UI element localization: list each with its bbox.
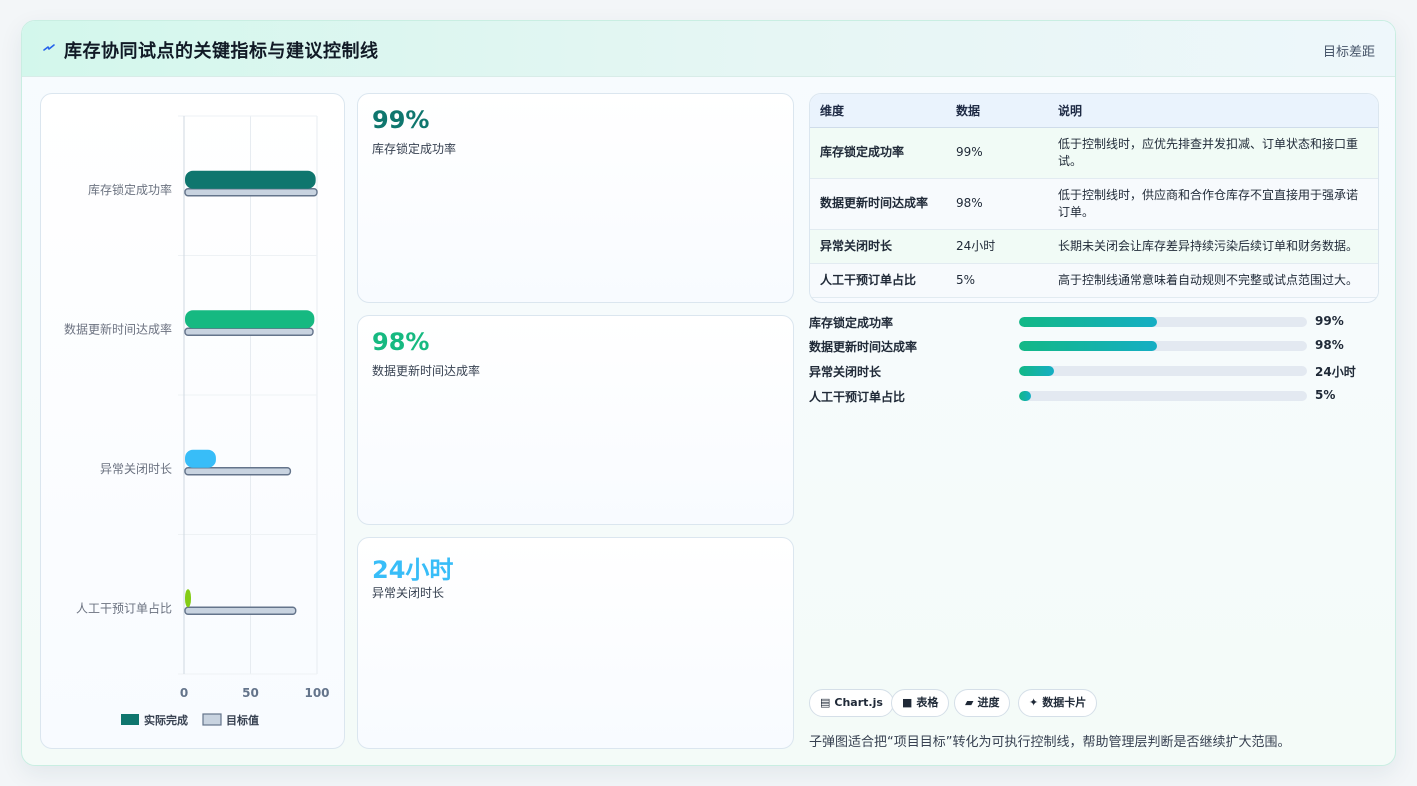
target-bar (184, 467, 292, 476)
table-cell-val: 24小时 (946, 229, 1048, 264)
table-cell-dim: 异常关闭时长 (810, 229, 946, 264)
kpi-label: 异常关闭时长 (372, 586, 445, 600)
chart-icon: ▤ (820, 696, 831, 709)
table-header-row: 维度 数据 说明 (810, 94, 1378, 128)
actual-bar (185, 170, 316, 189)
chip-chartjs[interactable]: ▤ Chart.js (809, 689, 894, 717)
dashboard-panel: 库存协同试点的关键指标与建议控制线 目标差距 库存锁定成功率 数据更新时间达成率异… (21, 20, 1396, 766)
table-cell-val: 5% (946, 263, 1048, 298)
table-row: 库存锁定成功率 99% 低于控制线时，应优先排查并发扣减、订单状态和接口重试。 (810, 127, 1378, 179)
progress-track (1019, 341, 1307, 351)
progress-track (1019, 317, 1307, 327)
y-tick-label: 异常关闭时长 (100, 462, 172, 476)
x-tick-label: 100 (304, 686, 329, 700)
gap-tag[interactable]: 目标差距 (1323, 41, 1375, 60)
progress-label: 人工干预订单占比 (809, 390, 906, 404)
kpi-card-close-time: 24小时 异常关闭时长 (357, 537, 794, 749)
chip-table[interactable]: ■ 表格 (891, 689, 950, 717)
progress-row-update-rate: 数据更新时间达成率 98% (809, 336, 1379, 356)
bullet-chart: 库存锁定成功率数据更新时间达成率异常关闭时长人工干预订单占比 0 50 100 实际完成… (64, 115, 330, 727)
table-icon: ■ (902, 696, 913, 709)
metrics-table-card: 维度 数据 说明 库存锁定成功率 99% 低于控制线时，应优先排查并发扣减、订单… (809, 93, 1379, 303)
kpi-label: 库存锁定成功率 (372, 142, 457, 156)
chip-data-card[interactable]: ✦ 数据卡片 (1018, 689, 1098, 717)
progress-track (1019, 366, 1307, 376)
progress-row-lock-rate: 库存锁定成功率 99% (809, 312, 1379, 332)
table-header-val: 数据 (946, 94, 1048, 128)
chip-label: Chart.js (834, 696, 883, 709)
table-cell-desc: 高于控制线通常意味着自动规则不完整或试点范围过大。 (1048, 263, 1378, 298)
table-header-desc: 说明 (1048, 94, 1378, 128)
y-tick-label: 数据更新时间达成率 (64, 321, 172, 336)
actual-bar (185, 310, 315, 329)
table-cell-desc: 低于控制线时，供应商和合作仓库存不宜直接用于强承诺订单。 (1048, 178, 1378, 230)
table-cell-val: 98% (946, 178, 1048, 230)
progress-value: 24小时 (1315, 365, 1356, 379)
kpi-label: 数据更新时间达成率 (372, 364, 481, 378)
kpi-card-lock-rate: 99% 库存锁定成功率 (357, 93, 794, 303)
chip-label: 表格 (916, 696, 939, 709)
page-title: 库存协同试点的关键指标与建议控制线 (64, 41, 379, 62)
table-cell-dim: 库存锁定成功率 (810, 127, 946, 179)
x-tick-label: 0 (180, 686, 188, 700)
table-cell-dim: 数据更新时间达成率 (810, 178, 946, 230)
table-header-dim: 维度 (810, 94, 946, 128)
y-tick-label: 库存锁定成功率 (88, 182, 172, 197)
kpi-value: 24小时 (372, 556, 454, 584)
progress-value: 99% (1315, 314, 1344, 328)
table-row: 异常关闭时长 24小时 长期未关闭会让库存差异持续污染后续订单和财务数据。 (810, 229, 1378, 264)
actual-bar (185, 449, 216, 468)
table-cell-dim: 人工干预订单占比 (810, 263, 946, 298)
progress-label: 库存锁定成功率 (809, 316, 894, 330)
progress-icon: ▰ (965, 696, 974, 709)
table-cell-desc: 长期未关闭会让库存差异持续污染后续订单和财务数据。 (1048, 229, 1378, 264)
progress-fill (1019, 341, 1158, 351)
progress-value: 98% (1315, 338, 1344, 352)
y-tick-label: 人工干预订单占比 (76, 600, 172, 615)
kpi-card-update-rate: 98% 数据更新时间达成率 (357, 315, 794, 525)
progress-fill (1019, 366, 1054, 376)
chip-label: 进度 (977, 696, 1000, 709)
chip-label: 数据卡片 (1042, 696, 1087, 709)
footer-note: 子弹图适合把“项目目标”转化为可执行控制线，帮助管理层判断是否继续扩大范围。 (809, 735, 1291, 750)
kpi-value: 98% (372, 328, 430, 356)
legend-swatch-actual (121, 714, 139, 725)
table-cell-desc: 低于控制线时，应优先排查并发扣减、订单状态和接口重试。 (1048, 127, 1378, 179)
legend-label-actual: 实际完成 (144, 713, 188, 727)
progress-value: 5% (1315, 388, 1336, 402)
progress-label: 数据更新时间达成率 (809, 340, 918, 354)
panel-header: 库存协同试点的关键指标与建议控制线 目标差距 (22, 21, 1395, 77)
legend-label-target: 目标值 (226, 713, 259, 727)
bolt-icon (43, 44, 55, 51)
actual-bar (185, 589, 191, 608)
sparkle-icon: ✦ (1029, 696, 1039, 709)
target-bar (184, 606, 297, 615)
legend-swatch-target (202, 713, 222, 726)
chip-progress[interactable]: ▰ 进度 (954, 689, 1011, 717)
table-row: 人工干预订单占比 5% 高于控制线通常意味着自动规则不完整或试点范围过大。 (810, 263, 1378, 298)
progress-fill (1019, 391, 1031, 401)
progress-track (1019, 391, 1307, 401)
progress-label: 异常关闭时长 (809, 365, 882, 379)
target-bar (184, 188, 318, 197)
metrics-table: 维度 数据 说明 库存锁定成功率 99% 低于控制线时，应优先排查并发扣减、订单… (810, 94, 1378, 298)
kpi-value: 99% (372, 106, 430, 134)
progress-row-manual-rate: 人工干预订单占比 5% (809, 386, 1379, 406)
progress-fill (1019, 317, 1158, 327)
x-tick-label: 50 (242, 686, 259, 700)
table-row: 数据更新时间达成率 98% 低于控制线时，供应商和合作仓库存不宜直接用于强承诺订… (810, 178, 1378, 230)
progress-row-close-time: 异常关闭时长 24小时 (809, 361, 1379, 381)
table-cell-val: 99% (946, 127, 1048, 179)
target-bar (184, 327, 314, 336)
bullet-chart-card: 库存锁定成功率数据更新时间达成率异常关闭时长人工干预订单占比 0 50 100 实际完成… (40, 93, 345, 749)
